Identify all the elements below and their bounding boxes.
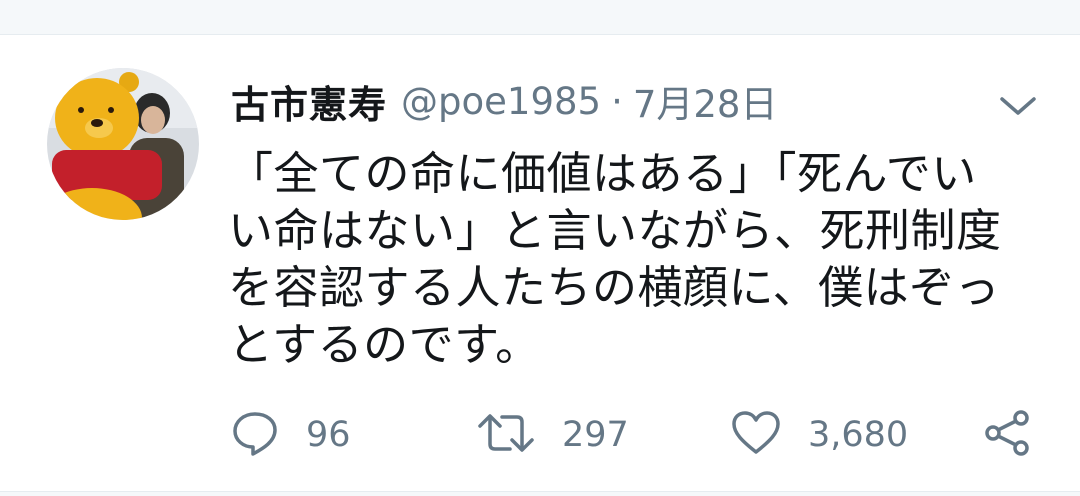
share-icon: [982, 408, 1032, 462]
separator-dot: ·: [611, 79, 623, 123]
share-button[interactable]: [982, 405, 1032, 465]
chevron-down-icon[interactable]: [998, 91, 1038, 121]
tweet-date[interactable]: 7月28日: [633, 74, 778, 128]
speech-bubble-icon: [230, 408, 280, 462]
reply-button[interactable]: 96: [230, 405, 351, 465]
retweet-count: 297: [562, 415, 629, 455]
tweet-card[interactable]: 古市憲寿 @poe1985 · 7月28日 「全ての命に価値はある」「死んでい …: [0, 34, 1080, 492]
tweet-text: 「全ての命に価値はある」「死んでい い命はない」と言いながら、死刑制度 を容認す…: [228, 147, 1002, 371]
retweet-button[interactable]: 297: [476, 405, 629, 465]
author-handle[interactable]: @poe1985: [401, 80, 601, 123]
retweet-icon: [476, 408, 536, 462]
tweet-header: 古市憲寿 @poe1985 · 7月28日: [231, 71, 777, 131]
like-button[interactable]: 3,680: [730, 405, 908, 465]
reply-count: 96: [306, 415, 351, 455]
avatar[interactable]: [47, 68, 199, 220]
author-name[interactable]: 古市憲寿: [231, 74, 387, 129]
tweet-actions: 96 297 3,680: [0, 405, 1080, 465]
like-count: 3,680: [808, 415, 909, 455]
heart-icon: [730, 408, 782, 462]
